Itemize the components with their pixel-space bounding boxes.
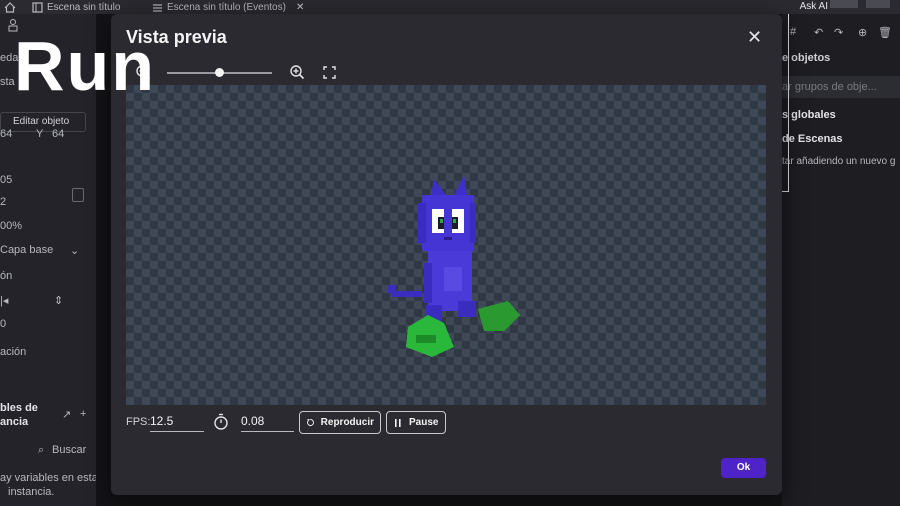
globals-label[interactable]: s globales <box>782 109 836 121</box>
ok-button[interactable]: Ok <box>721 458 766 478</box>
fps-input[interactable]: 12.5 <box>150 412 204 432</box>
empty-message: ay variables en esta <box>0 472 98 484</box>
right-panel: # ↶ ↷ ⊕ 🗑 e objetos ar grupos de obje...… <box>782 14 900 506</box>
chevron-down-icon[interactable]: ⌄ <box>70 244 79 257</box>
ask-ai-button[interactable]: Ask AI <box>800 0 828 13</box>
variables-search-input[interactable]: Buscar <box>52 444 86 456</box>
hint-text: tar añadiendo un nuevo g <box>782 156 896 167</box>
timer-icon <box>214 413 228 430</box>
objects-header: e objetos <box>782 52 831 64</box>
close-tab-icon[interactable]: ✕ <box>296 1 304 14</box>
highlight-line <box>788 14 789 192</box>
trash-icon[interactable]: 🗑 <box>878 26 892 39</box>
frame-time-input[interactable]: 0.08 <box>241 412 294 432</box>
grid-icon[interactable]: # <box>790 26 796 38</box>
object-groups-search-input[interactable]: ar grupos de obje... <box>782 76 900 98</box>
y-label: Y <box>36 128 44 140</box>
distribute-icon[interactable]: ⇕ <box>54 294 63 307</box>
left-label: sta <box>0 76 15 88</box>
redo-icon[interactable]: ↷ <box>834 26 843 39</box>
events-icon <box>153 3 162 12</box>
opacity-value: 00% <box>0 220 23 232</box>
y-value: 64 <box>52 128 65 140</box>
section-label: ación <box>0 346 27 358</box>
variables-title: bles de <box>0 402 38 414</box>
pause-button-label: Pause <box>409 417 439 428</box>
tab-strip: Escena sin título Escena sin título (Eve… <box>0 0 900 14</box>
home-tab[interactable] <box>0 0 20 14</box>
toolbar-button[interactable] <box>830 0 858 8</box>
close-icon[interactable]: ✕ <box>747 27 762 48</box>
tab-events-label: Escena sin título (Eventos) <box>167 1 286 13</box>
ask-ai-label: Ask AI <box>799 1 828 12</box>
cat-sprite-image <box>388 175 520 357</box>
layer-select[interactable]: Capa base <box>0 244 53 256</box>
tab-scene-label: Escena sin título <box>47 1 121 13</box>
zoom-in-icon[interactable] <box>289 64 305 80</box>
zoom-icon[interactable]: ⊕ <box>858 26 867 39</box>
toolbar-button[interactable] <box>866 0 890 8</box>
empty-message: instancia. <box>8 486 55 498</box>
tab-events[interactable]: Escena sin título (Eventos) ✕ <box>148 0 308 14</box>
zoom-slider[interactable] <box>167 68 272 77</box>
scene-icon <box>32 1 43 13</box>
open-external-icon[interactable]: ↗ <box>62 408 71 421</box>
add-icon[interactable]: + <box>80 408 86 420</box>
scenes-label[interactable]: de Escenas <box>782 133 843 145</box>
align-icon[interactable]: |◂ <box>0 294 8 307</box>
play-button-label: Reproducir <box>320 417 374 428</box>
fullscreen-icon[interactable] <box>323 66 336 79</box>
object-groups-search-placeholder: ar grupos de obje... <box>782 81 877 93</box>
pause-icon <box>395 418 401 427</box>
run-overlay-text: Run <box>14 27 157 105</box>
replay-icon <box>307 418 314 426</box>
undo-icon[interactable]: ↶ <box>814 26 823 39</box>
app-window: Escena sin título Escena sin título (Eve… <box>0 0 900 506</box>
section-label: ón <box>0 270 13 282</box>
fps-label: FPS: <box>126 416 151 428</box>
pause-button[interactable]: Pause <box>386 411 446 434</box>
preview-dialog: Vista previa ✕ FPS: 12.5 0.08 Reproducir… <box>111 14 782 495</box>
x-value: 64 <box>0 128 13 140</box>
tab-scene[interactable]: Escena sin título <box>28 0 124 14</box>
left-value: 2 <box>0 196 7 208</box>
stepper-handle[interactable] <box>72 188 84 202</box>
home-icon <box>4 1 16 13</box>
left-value: 05 <box>0 174 13 186</box>
variables-title: ancia <box>0 416 29 428</box>
search-icon: ⌕ <box>38 444 45 456</box>
edit-object-label: Editar objeto <box>13 116 70 127</box>
preview-canvas <box>126 85 766 405</box>
play-button[interactable]: Reproducir <box>299 411 381 434</box>
zoom-slider-thumb[interactable] <box>215 68 224 77</box>
left-value: 0 <box>0 318 7 330</box>
